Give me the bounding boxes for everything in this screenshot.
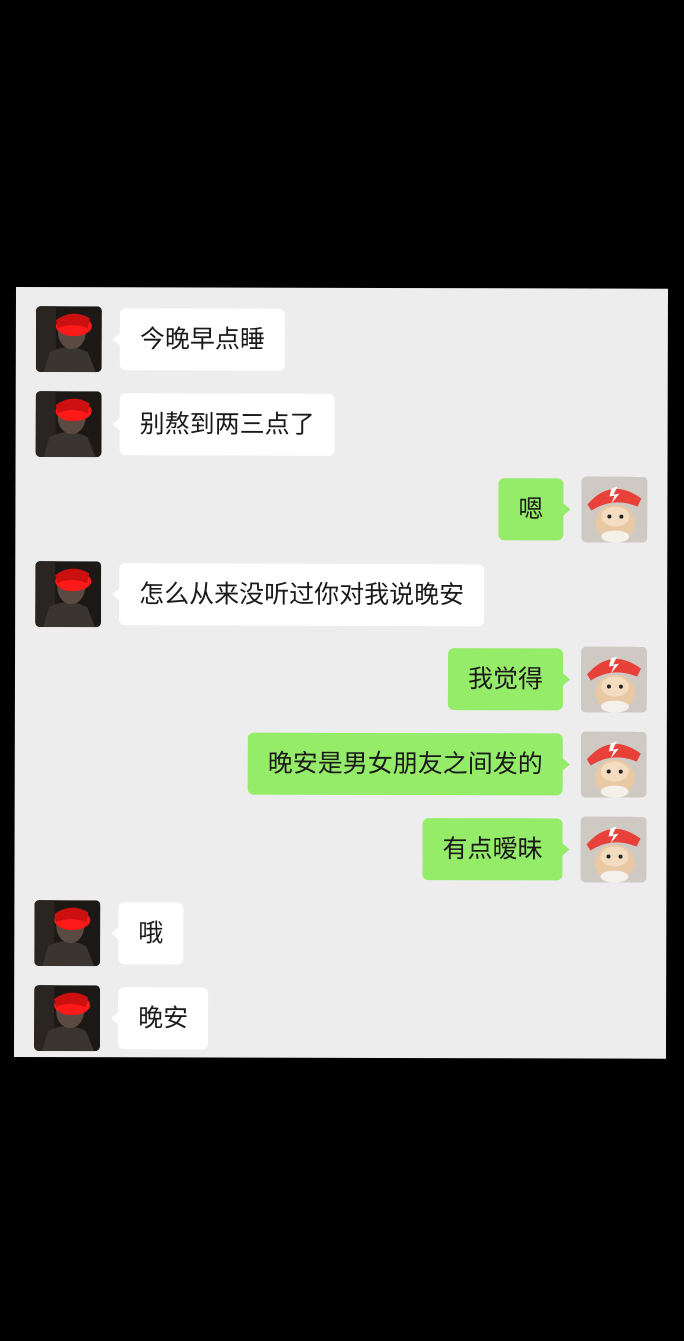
person-photo-avatar-icon [34, 900, 101, 967]
cartoon-character-avatar-icon [580, 731, 647, 798]
message-row-incoming: 今晚早点睡 [35, 306, 636, 374]
contact-avatar[interactable] [35, 561, 102, 628]
person-photo-avatar-icon [35, 306, 102, 373]
message-row-outgoing: 嗯 [35, 475, 648, 543]
message-row-incoming: 怎么从来没听过你对我说晚安 [35, 561, 635, 629]
message-bubble-incoming[interactable]: 别熬到两三点了 [119, 393, 335, 456]
my-avatar[interactable] [581, 476, 648, 543]
my-avatar[interactable] [580, 816, 647, 883]
chat-message-list[interactable]: 今晚早点睡 别熬到两三点了 嗯 怎么从来没听过你对我说晚安 我觉得 晚安是男女朋… [13, 287, 668, 1059]
message-bubble-incoming[interactable]: 今晚早点睡 [119, 308, 285, 371]
contact-avatar[interactable] [35, 391, 102, 458]
message-bubble-outgoing[interactable]: 有点暧昧 [422, 818, 563, 881]
message-row-outgoing: 有点暧昧 [34, 815, 647, 883]
contact-avatar[interactable] [33, 985, 101, 1052]
my-avatar[interactable] [580, 731, 647, 798]
message-bubble-outgoing[interactable]: 嗯 [498, 478, 564, 541]
message-row-outgoing: 我觉得 [35, 645, 648, 713]
person-photo-avatar-icon [33, 985, 101, 1052]
person-photo-avatar-icon [35, 391, 102, 458]
message-bubble-outgoing[interactable]: 我觉得 [447, 648, 564, 711]
message-bubble-incoming[interactable]: 怎么从来没听过你对我说晚安 [119, 563, 485, 627]
message-bubble-outgoing[interactable]: 晚安是男女朋友之间发的 [247, 732, 563, 796]
message-bubble-incoming[interactable]: 哦 [118, 902, 184, 965]
my-avatar[interactable] [580, 646, 648, 713]
person-photo-avatar-icon [35, 561, 102, 628]
cartoon-character-avatar-icon [581, 476, 648, 543]
message-row-incoming: 别熬到两三点了 [35, 391, 636, 459]
message-row-incoming: 哦 [34, 900, 634, 968]
cartoon-character-avatar-icon [580, 816, 647, 883]
contact-avatar[interactable] [35, 306, 102, 373]
contact-avatar[interactable] [34, 900, 101, 967]
message-row-outgoing: 晚安是男女朋友之间发的 [35, 730, 647, 798]
message-bubble-incoming[interactable]: 晚安 [118, 987, 209, 1050]
message-row-incoming: 晚安 [33, 985, 634, 1053]
cartoon-character-avatar-icon [580, 646, 648, 713]
screenshot-frame: 今晚早点睡 别熬到两三点了 嗯 怎么从来没听过你对我说晚安 我觉得 晚安是男女朋… [0, 0, 684, 1341]
